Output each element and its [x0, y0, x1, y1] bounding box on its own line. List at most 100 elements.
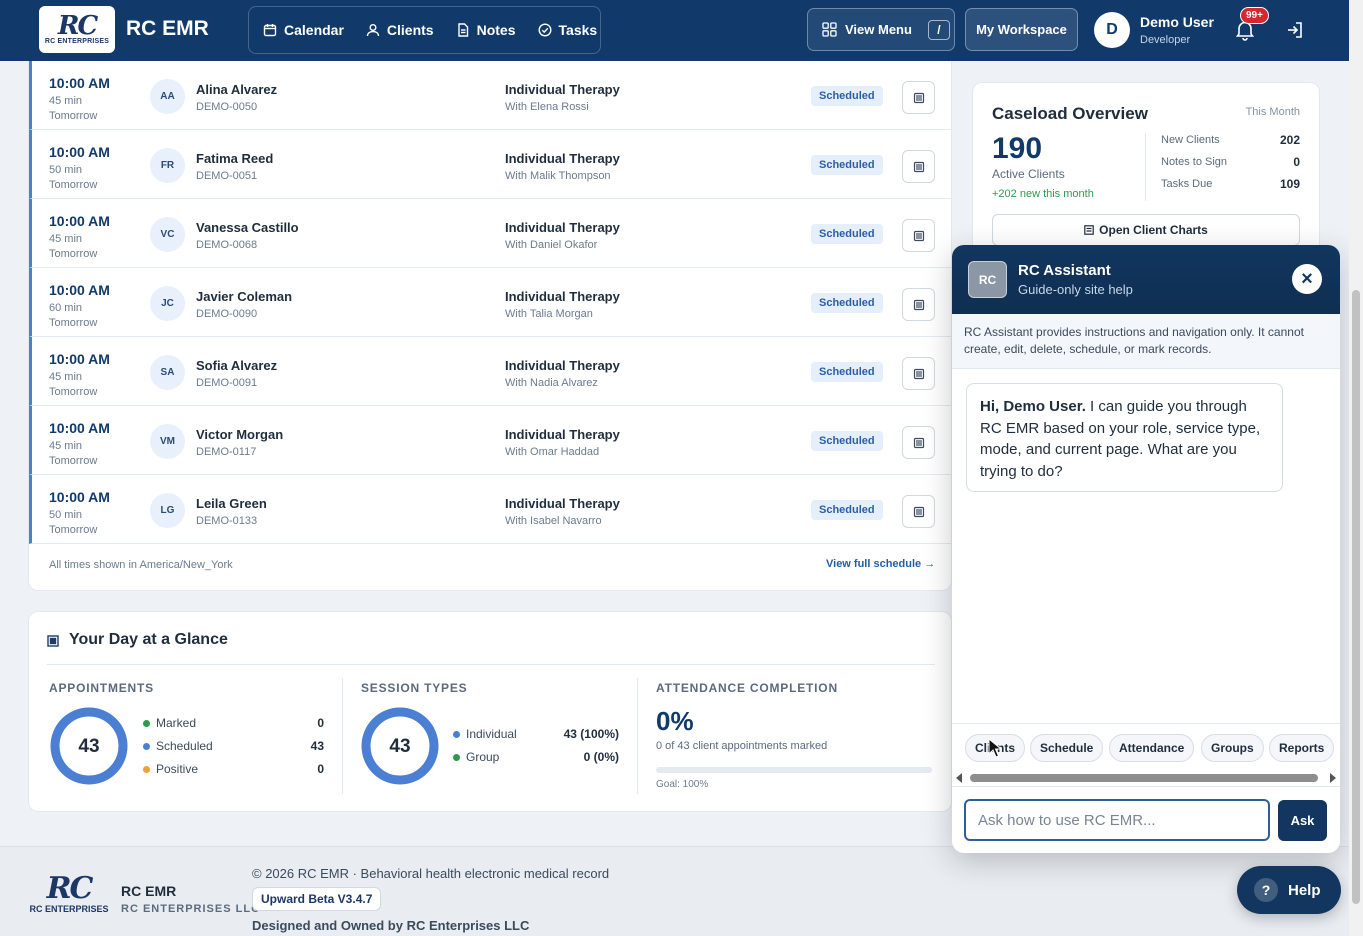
appointment-row[interactable]: 10:00 AM 50 min Tomorrow LG Leila Green D… — [29, 475, 953, 544]
chip-attendance[interactable]: Attendance — [1109, 734, 1195, 762]
view-menu-button[interactable]: View Menu / — [807, 8, 955, 51]
nav-calendar[interactable]: Calendar — [263, 22, 344, 38]
appointments-total: 43 — [78, 736, 100, 757]
stat-new-clients-label: New Clients — [1161, 134, 1220, 146]
legend-label: Scheduled — [156, 739, 213, 753]
status-badge: Scheduled — [811, 500, 883, 520]
ask-button[interactable]: Ask — [1278, 800, 1327, 841]
client-name[interactable]: Sofia Alvarez — [196, 358, 277, 373]
open-note-button[interactable] — [902, 288, 935, 321]
open-note-button[interactable] — [902, 357, 935, 390]
clinician-name: With Malik Thompson — [505, 170, 611, 182]
appointment-time: 10:00 AM — [49, 351, 110, 367]
client-name[interactable]: Victor Morgan — [196, 427, 283, 442]
client-id: DEMO-0051 — [196, 170, 258, 182]
legend-label: Individual — [466, 727, 517, 741]
glance-title: Your Day at a Glance — [69, 631, 228, 648]
open-note-button[interactable] — [902, 426, 935, 459]
version-badge[interactable]: Upward Beta V3.4.7 — [252, 887, 382, 911]
appointment-row[interactable]: 10:00 AM 45 min Tomorrow VC Vanessa Casti… — [29, 199, 953, 268]
client-id: DEMO-0068 — [196, 239, 258, 251]
footer-logo: RC RC ENTERPRISES — [26, 874, 112, 919]
scrollbar-thumb[interactable] — [970, 774, 1318, 782]
suggestion-chips: Clients Schedule Attendance Groups Repor… — [952, 723, 1340, 769]
view-full-schedule-link[interactable]: View full schedule → — [826, 558, 935, 570]
service-type: Individual Therapy — [505, 358, 620, 373]
clinician-name: With Talia Morgan — [505, 308, 593, 320]
open-note-button[interactable] — [902, 81, 935, 114]
stat-notes-to-sign-value: 0 — [1293, 155, 1300, 169]
list-icon — [1084, 225, 1094, 235]
chip-reports[interactable]: Reports — [1269, 734, 1335, 762]
appointment-row[interactable]: 10:00 AM 45 min Tomorrow VM Victor Morgan… — [29, 406, 953, 475]
assistant-input-area: Ask — [952, 786, 1340, 853]
my-workspace-button[interactable]: My Workspace — [965, 8, 1078, 51]
clinician-name: With Nadia Alvarez — [505, 377, 598, 389]
clinician-name: With Elena Rossi — [505, 101, 589, 113]
appointment-time: 10:00 AM — [49, 144, 110, 160]
note-icon — [913, 506, 924, 517]
chips-scrollbar[interactable] — [956, 771, 1336, 785]
main-nav: Calendar Clients Notes Tasks — [248, 6, 601, 54]
attendance-progress-bar — [656, 767, 932, 773]
legend-value: 43 (100%) — [563, 727, 619, 741]
page-scrollbar[interactable] — [1349, 0, 1363, 936]
nav-calendar-label: Calendar — [284, 22, 344, 38]
assistant-header: RC RC Assistant Guide-only site help × — [952, 245, 1340, 314]
page-footer: RC RC ENTERPRISES RC EMR RC ENTERPRISES … — [0, 846, 1349, 936]
day-at-a-glance-card: Your Day at a Glance APPOINTMENTS 43 Mar… — [28, 611, 952, 812]
legend-positive: Positive — [143, 762, 198, 776]
nav-tasks[interactable]: Tasks — [538, 22, 597, 38]
status-badge: Scheduled — [811, 224, 883, 244]
client-name[interactable]: Leila Green — [196, 496, 267, 511]
footer-company: RC ENTERPRISES LLC — [121, 903, 261, 915]
divider — [637, 678, 638, 794]
stat-tasks-due-value: 109 — [1279, 177, 1300, 191]
client-id: DEMO-0050 — [196, 101, 258, 113]
user-menu[interactable]: D Demo User Developer — [1094, 12, 1214, 48]
scroll-right-arrow[interactable] — [1330, 773, 1336, 783]
legend-value: 0 (0%) — [583, 750, 619, 764]
client-avatar: VM — [150, 424, 185, 459]
status-badge: Scheduled — [811, 431, 883, 451]
legend-scheduled: Scheduled — [143, 739, 213, 753]
client-name[interactable]: Fatima Reed — [196, 151, 273, 166]
appointment-row[interactable]: 10:00 AM 45 min Tomorrow SA Sofia Alvarez… — [29, 337, 953, 406]
client-name[interactable]: Vanessa Castillo — [196, 220, 299, 235]
chip-schedule[interactable]: Schedule — [1030, 734, 1104, 762]
legend-dot — [143, 719, 150, 727]
scrollbar-thumb[interactable] — [1352, 290, 1360, 904]
open-client-charts-button[interactable]: Open Client Charts — [992, 214, 1300, 246]
appointment-row[interactable]: 10:00 AM 60 min Tomorrow JC Javier Colema… — [29, 268, 953, 337]
chip-groups[interactable]: Groups — [1201, 734, 1264, 762]
open-note-button[interactable] — [902, 495, 935, 528]
client-name[interactable]: Javier Coleman — [196, 289, 292, 304]
note-icon — [913, 437, 924, 448]
help-label: Help — [1288, 881, 1321, 899]
nav-clients[interactable]: Clients — [366, 22, 434, 38]
scroll-left-arrow[interactable] — [956, 773, 962, 783]
nav-notes[interactable]: Notes — [456, 22, 516, 38]
note-icon — [913, 299, 924, 310]
close-icon[interactable]: × — [1292, 264, 1322, 294]
help-button[interactable]: ? Help — [1237, 866, 1341, 914]
open-note-button[interactable] — [902, 150, 935, 183]
client-name[interactable]: Alina Alvarez — [196, 82, 277, 97]
logout-icon[interactable] — [1286, 21, 1304, 39]
active-clients-count: 190 — [992, 132, 1043, 165]
legend-dot — [453, 753, 460, 761]
appointments-section-title: APPOINTMENTS — [49, 681, 154, 695]
service-type: Individual Therapy — [505, 220, 620, 235]
appointment-row[interactable]: 10:00 AM 45 min Tomorrow AA Alina Alvarez… — [29, 61, 953, 130]
appointment-row[interactable]: 10:00 AM 50 min Tomorrow FR Fatima Reed D… — [29, 130, 953, 199]
rc-logo[interactable]: RC RC ENTERPRISES — [39, 6, 115, 53]
check-circle-icon — [538, 23, 552, 37]
upcoming-appointments-card: 10:00 AM 45 min Tomorrow AA Alina Alvarez… — [28, 61, 953, 591]
clinician-name: With Daniel Okafor — [505, 239, 598, 251]
assistant-question-input[interactable] — [964, 799, 1270, 841]
appointment-duration: 45 min Tomorrow — [49, 371, 98, 398]
open-note-button[interactable] — [902, 219, 935, 252]
assistant-logo: RC — [968, 261, 1007, 298]
status-badge: Scheduled — [811, 293, 883, 313]
notification-badge: 99+ — [1240, 7, 1269, 24]
